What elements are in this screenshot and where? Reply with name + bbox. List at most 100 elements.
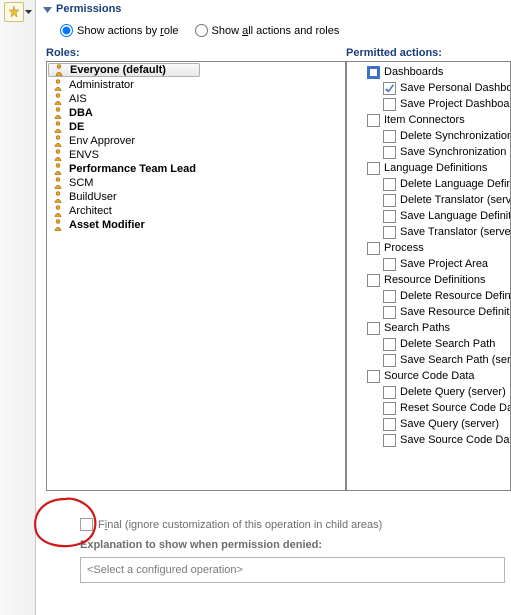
role-item[interactable]: ENVS bbox=[47, 148, 345, 162]
role-item[interactable]: SCM bbox=[47, 176, 345, 190]
role-item[interactable]: Performance Team Lead bbox=[47, 162, 345, 176]
tree-checkbox[interactable] bbox=[383, 386, 396, 399]
tree-item[interactable]: Save Translator (server) bbox=[379, 224, 510, 240]
tree-item[interactable]: Save Source Code Data bbox=[379, 432, 510, 448]
collapse-icon[interactable] bbox=[42, 4, 52, 14]
role-label: Administrator bbox=[69, 79, 134, 91]
tree-checkbox[interactable] bbox=[383, 306, 396, 319]
role-item[interactable]: DE bbox=[47, 120, 345, 134]
section-header[interactable]: Permissions bbox=[36, 0, 511, 18]
tree-item[interactable]: Save Search Path (server) bbox=[379, 352, 510, 368]
tree-checkbox[interactable] bbox=[383, 402, 396, 415]
tree-item[interactable]: Reset Source Code Data bbox=[379, 400, 510, 416]
select-operation-placeholder: <Select a configured operation> bbox=[87, 564, 243, 576]
tree-label: Save Synchronization Rule bbox=[400, 146, 511, 158]
role-item[interactable]: Everyone (default) bbox=[48, 63, 200, 77]
tree-label: Reset Source Code Data bbox=[400, 402, 511, 414]
role-label: DBA bbox=[69, 107, 93, 119]
tree-checkbox[interactable] bbox=[367, 370, 380, 383]
roles-listbox[interactable]: Everyone (default) Administrator AIS DBA DE E… bbox=[46, 61, 346, 491]
tree-label: Delete Synchronization Rule bbox=[400, 130, 511, 142]
radio-by-role[interactable]: Show actions by role bbox=[60, 24, 179, 37]
tree-item[interactable]: Language Definitions bbox=[363, 160, 510, 176]
tree-checkbox[interactable] bbox=[383, 194, 396, 207]
role-label: SCM bbox=[69, 177, 93, 189]
role-label: Performance Team Lead bbox=[69, 163, 196, 175]
radio-all-input[interactable] bbox=[195, 24, 208, 37]
tree-checkbox[interactable] bbox=[383, 98, 396, 111]
role-label: Architect bbox=[69, 205, 112, 217]
radio-by-role-input[interactable] bbox=[60, 24, 73, 37]
role-item[interactable]: Env Approver bbox=[47, 134, 345, 148]
role-label: Env Approver bbox=[69, 135, 135, 147]
tree-checkbox[interactable] bbox=[367, 66, 380, 79]
actions-tree[interactable]: DashboardsSave Personal DashboardSave Pr… bbox=[346, 61, 511, 491]
tree-checkbox[interactable] bbox=[367, 274, 380, 287]
role-item[interactable]: Architect bbox=[47, 204, 345, 218]
left-toolbar bbox=[0, 0, 36, 615]
tree-item[interactable]: Save Language Definition bbox=[379, 208, 510, 224]
chevron-down-icon bbox=[25, 10, 32, 14]
tree-item[interactable]: Delete Language Definition bbox=[379, 176, 510, 192]
tree-checkbox[interactable] bbox=[383, 210, 396, 223]
tree-checkbox[interactable] bbox=[383, 434, 396, 447]
section-title: Permissions bbox=[56, 3, 121, 15]
tree-checkbox[interactable] bbox=[367, 242, 380, 255]
tree-item[interactable]: Save Personal Dashboard bbox=[379, 80, 510, 96]
tree-item[interactable]: Save Project Area bbox=[379, 256, 510, 272]
tree-item[interactable]: Save Resource Definition bbox=[379, 304, 510, 320]
tree-checkbox[interactable] bbox=[367, 162, 380, 175]
tree-item[interactable]: Delete Synchronization Rule bbox=[379, 128, 510, 144]
person-icon bbox=[53, 79, 63, 91]
tree-checkbox[interactable] bbox=[383, 258, 396, 271]
tree-item[interactable]: Delete Resource Definition bbox=[379, 288, 510, 304]
person-icon bbox=[53, 177, 63, 189]
role-label: DE bbox=[69, 121, 84, 133]
role-label: Everyone (default) bbox=[70, 64, 166, 76]
role-item[interactable]: Asset Modifier bbox=[47, 218, 345, 232]
role-item[interactable]: DBA bbox=[47, 106, 345, 120]
tree-checkbox[interactable] bbox=[383, 146, 396, 159]
tree-item[interactable]: Resource Definitions bbox=[363, 272, 510, 288]
role-item[interactable]: Administrator bbox=[47, 78, 345, 92]
select-operation-field[interactable]: <Select a configured operation> bbox=[80, 557, 505, 583]
toolbar-button[interactable] bbox=[4, 2, 24, 22]
role-item[interactable]: AIS bbox=[47, 92, 345, 106]
tree-label: Save Language Definition bbox=[400, 210, 511, 222]
tree-label: Dashboards bbox=[384, 66, 443, 78]
tree-checkbox[interactable] bbox=[383, 354, 396, 367]
tree-item[interactable]: Save Project Dashboard bbox=[379, 96, 510, 112]
tree-label: Save Translator (server) bbox=[400, 226, 511, 238]
tree-checkbox[interactable] bbox=[383, 290, 396, 303]
tree-label: Source Code Data bbox=[384, 370, 475, 382]
tree-item[interactable]: Delete Search Path bbox=[379, 336, 510, 352]
tree-checkbox[interactable] bbox=[383, 226, 396, 239]
tree-checkbox[interactable] bbox=[383, 338, 396, 351]
tree-label: Save Source Code Data bbox=[400, 434, 511, 446]
tree-item[interactable]: Save Synchronization Rule bbox=[379, 144, 510, 160]
radio-all[interactable]: Show all actions and roles bbox=[195, 24, 340, 37]
tree-checkbox[interactable] bbox=[383, 178, 396, 191]
tree-checkbox[interactable] bbox=[367, 322, 380, 335]
person-icon bbox=[54, 64, 64, 76]
tree-checkbox[interactable] bbox=[367, 114, 380, 127]
person-icon bbox=[53, 149, 63, 161]
final-checkbox[interactable] bbox=[80, 518, 93, 531]
tree-checkbox[interactable] bbox=[383, 82, 396, 95]
tree-item[interactable]: Dashboards bbox=[363, 64, 510, 80]
tree-item[interactable]: Process bbox=[363, 240, 510, 256]
toolbar-dropdown[interactable] bbox=[24, 6, 32, 18]
role-label: AIS bbox=[69, 93, 87, 105]
tree-item[interactable]: Item Connectors bbox=[363, 112, 510, 128]
tree-checkbox[interactable] bbox=[383, 418, 396, 431]
tree-item[interactable]: Search Paths bbox=[363, 320, 510, 336]
tree-checkbox[interactable] bbox=[383, 130, 396, 143]
tree-label: Process bbox=[384, 242, 424, 254]
person-icon bbox=[53, 191, 63, 203]
person-icon bbox=[53, 107, 63, 119]
tree-item[interactable]: Save Query (server) bbox=[379, 416, 510, 432]
role-item[interactable]: BuildUser bbox=[47, 190, 345, 204]
tree-item[interactable]: Delete Query (server) bbox=[379, 384, 510, 400]
tree-item[interactable]: Delete Translator (server) bbox=[379, 192, 510, 208]
tree-item[interactable]: Source Code Data bbox=[363, 368, 510, 384]
